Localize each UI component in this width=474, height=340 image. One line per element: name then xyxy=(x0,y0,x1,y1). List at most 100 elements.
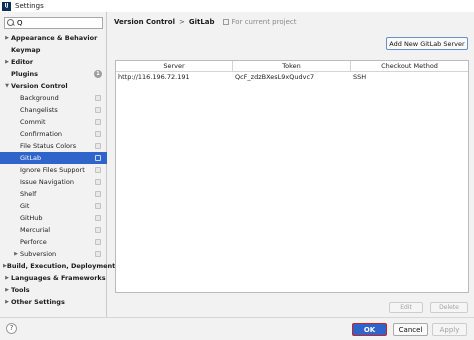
project-scope-icon xyxy=(95,251,101,257)
sidebar-item-commit[interactable]: Commit xyxy=(0,116,107,128)
sidebar-item-git[interactable]: Git xyxy=(0,200,107,212)
settings-sidebar: ▶Appearance & BehaviorKeymap▶EditorPlugi… xyxy=(0,12,115,317)
project-scope-icon xyxy=(95,95,101,101)
cancel-button[interactable]: Cancel xyxy=(393,323,428,336)
project-scope: For current project xyxy=(222,18,297,26)
update-count-badge: 1 xyxy=(94,70,102,78)
sidebar-item-label: GitHub xyxy=(20,214,43,222)
gitlab-settings-panel: Version Control > GitLab For current pro… xyxy=(108,12,474,317)
sidebar-item-gitlab[interactable]: GitLab xyxy=(0,152,107,164)
expand-right-icon[interactable]: ▶ xyxy=(3,35,11,41)
search-icon xyxy=(5,18,17,28)
sidebar-item-label: Subversion xyxy=(20,250,57,258)
project-scope-icon xyxy=(95,203,101,209)
column-header-token[interactable]: Token xyxy=(233,61,351,71)
servers-table: Server Token Checkout Method http://116.… xyxy=(115,60,469,293)
sidebar-item-mercurial[interactable]: Mercurial xyxy=(0,224,107,236)
project-scope-icon xyxy=(95,167,101,173)
project-scope-icon xyxy=(95,143,101,149)
server-cell[interactable]: http://116.196.72.191 xyxy=(116,72,233,83)
sidebar-item-label: Shelf xyxy=(20,190,37,198)
project-scope-label: For current project xyxy=(231,18,297,26)
sidebar-item-label: Plugins xyxy=(11,70,38,78)
sidebar-item-label: Ignore Files Support xyxy=(20,166,85,174)
sidebar-item-confirmation[interactable]: Confirmation xyxy=(0,128,107,140)
project-scope-icon xyxy=(95,215,101,221)
search-input[interactable] xyxy=(17,18,97,28)
sidebar-item-github[interactable]: GitHub xyxy=(0,212,107,224)
sidebar-item-perforce[interactable]: Perforce xyxy=(0,236,107,248)
token-cell[interactable]: QcF_zdzBXesL9xQudvc7 xyxy=(233,72,351,83)
sidebar-item-label: Commit xyxy=(20,118,46,126)
sidebar-item-label: Appearance & Behavior xyxy=(11,34,98,42)
dialog-footer: ? OK Cancel Apply xyxy=(0,317,474,340)
sidebar-item-label: GitLab xyxy=(20,154,42,162)
breadcrumb-parent[interactable]: Version Control xyxy=(114,18,175,26)
sidebar-item-label: Changelists xyxy=(20,106,58,114)
project-scope-icon xyxy=(95,119,101,125)
sidebar-item-label: Editor xyxy=(11,58,34,66)
settings-tree: ▶ Appearance & Behavior Keymap ▶ Editor Plugi… xyxy=(0,32,115,308)
table-header: Server Token Checkout Method xyxy=(116,61,468,72)
sidebar-item-subversion[interactable]: ▶ Subversion xyxy=(0,248,107,260)
project-scope-icon xyxy=(95,155,101,161)
add-gitlab-server-button[interactable]: Add New GitLab Server xyxy=(386,37,468,50)
sidebar-item-shelf[interactable]: Shelf xyxy=(0,188,107,200)
sidebar-item-label: Other Settings xyxy=(11,298,65,306)
breadcrumb-separator: > xyxy=(178,18,185,26)
project-scope-icon xyxy=(222,19,229,25)
sidebar-item-changelists[interactable]: Changelists xyxy=(0,104,107,116)
expand-right-icon[interactable]: ▶ xyxy=(3,275,11,281)
sidebar-item-background[interactable]: Background xyxy=(0,92,107,104)
column-header-server[interactable]: Server xyxy=(116,61,233,71)
sidebar-item-label: Version Control xyxy=(11,82,68,90)
sidebar-item-version-control[interactable]: ▼ Version Control xyxy=(0,80,107,92)
table-row[interactable]: http://116.196.72.191 QcF_zdzBXesL9xQudv… xyxy=(116,72,468,83)
sidebar-item-ignore-files-support[interactable]: Ignore Files Support xyxy=(0,164,107,176)
column-header-checkout-method[interactable]: Checkout Method xyxy=(351,61,468,71)
sidebar-item-label: Build, Execution, Deployment xyxy=(6,262,116,270)
project-scope-icon xyxy=(95,191,101,197)
sidebar-item-label: Keymap xyxy=(11,46,41,54)
app-icon: IJ xyxy=(2,1,11,11)
sidebar-item-label: Confirmation xyxy=(20,130,63,138)
sidebar-item-file-status-colors[interactable]: File Status Colors xyxy=(0,140,107,152)
sidebar-item-label: Languages & Frameworks xyxy=(11,274,106,282)
sidebar-item-label: Perforce xyxy=(20,238,47,246)
sidebar-item-keymap[interactable]: Keymap xyxy=(0,44,107,56)
sidebar-item-issue-navigation[interactable]: Issue Navigation xyxy=(0,176,107,188)
delete-button[interactable]: Delete xyxy=(430,302,468,313)
edit-button[interactable]: Edit xyxy=(389,302,423,313)
project-scope-icon xyxy=(95,131,101,137)
sidebar-item-build-execution-deployment[interactable]: ▶ Build, Execution, Deployment xyxy=(0,260,115,272)
sidebar-item-languages-frameworks[interactable]: ▶ Languages & Frameworks xyxy=(0,272,107,284)
window-title: Settings xyxy=(15,2,44,10)
sidebar-item-label: Tools xyxy=(11,286,30,294)
project-scope-icon xyxy=(95,107,101,113)
sidebar-item-plugins[interactable]: Plugins 1 xyxy=(0,68,107,80)
apply-button[interactable]: Apply xyxy=(432,323,467,336)
breadcrumb: Version Control > GitLab For current pro… xyxy=(114,16,296,28)
sidebar-item-appearance-behavior[interactable]: ▶ Appearance & Behavior xyxy=(0,32,107,44)
project-scope-icon xyxy=(95,239,101,245)
expand-right-icon[interactable]: ▶ xyxy=(3,287,11,293)
expand-down-icon[interactable]: ▼ xyxy=(3,83,11,89)
settings-search[interactable] xyxy=(4,17,103,29)
sidebar-item-label: File Status Colors xyxy=(20,142,77,150)
sidebar-item-label: Mercurial xyxy=(20,226,51,234)
ok-button[interactable]: OK xyxy=(352,323,387,336)
sidebar-item-label: Background xyxy=(20,94,59,102)
expand-right-icon[interactable]: ▶ xyxy=(3,299,11,305)
sidebar-item-tools[interactable]: ▶ Tools xyxy=(0,284,107,296)
title-bar: IJ Settings xyxy=(0,0,474,12)
sidebar-item-label: Issue Navigation xyxy=(20,178,74,186)
sidebar-item-editor[interactable]: ▶ Editor xyxy=(0,56,107,68)
help-icon[interactable]: ? xyxy=(6,323,17,334)
breadcrumb-current: GitLab xyxy=(188,18,215,26)
sidebar-item-label: Git xyxy=(20,202,30,210)
project-scope-icon xyxy=(95,179,101,185)
checkout-method-cell[interactable]: SSH xyxy=(351,72,468,83)
sidebar-item-other-settings[interactable]: ▶ Other Settings xyxy=(0,296,107,308)
expand-right-icon[interactable]: ▶ xyxy=(3,59,11,65)
expand-right-icon[interactable]: ▶ xyxy=(12,251,20,257)
